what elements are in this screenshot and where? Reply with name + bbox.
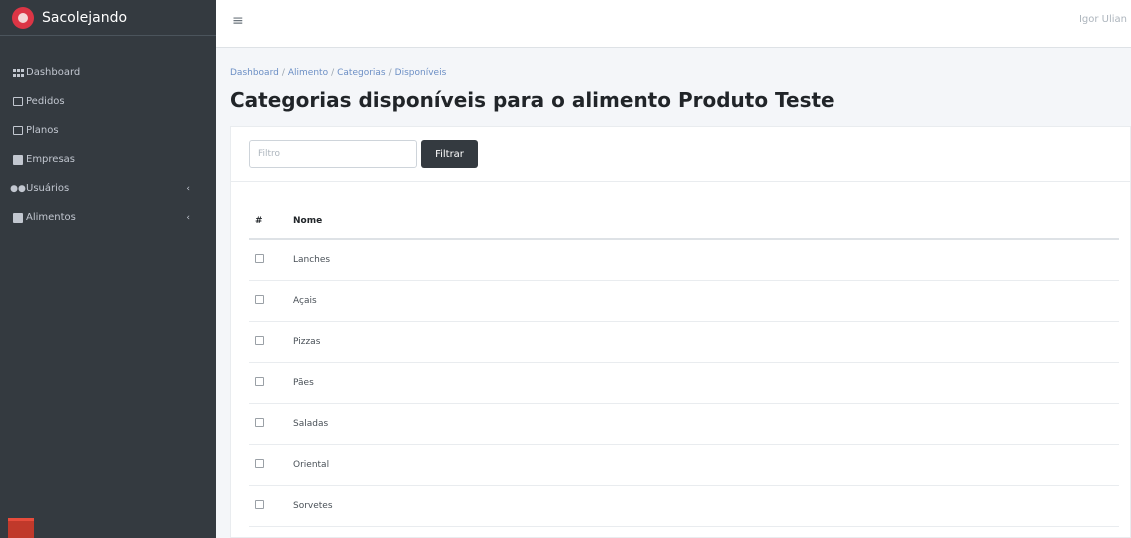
sidebar-item-label: Alimentos bbox=[26, 212, 76, 223]
topbar: ≡ Igor Ulian bbox=[216, 0, 1131, 48]
table-header-row: # Nome bbox=[249, 203, 1119, 240]
row-checkbox[interactable] bbox=[255, 376, 264, 386]
page-title: Categorias disponíveis para o alimento P… bbox=[230, 88, 835, 112]
breadcrumb-separator: / bbox=[388, 68, 392, 78]
main-content: Dashboard / Alimento / Categorias / Disponívei… bbox=[216, 48, 1131, 538]
categories-table: # Nome Lanches Açais Pizzas Pães Saladas… bbox=[249, 203, 1119, 527]
row-checkbox[interactable] bbox=[255, 499, 264, 509]
building-icon bbox=[12, 154, 24, 165]
header-name: Nome bbox=[293, 203, 1119, 240]
sidebar: Sacolejando Dashboard Pedidos Planos Emp… bbox=[0, 0, 216, 538]
sidebar-item-usuarios[interactable]: ●● Usuários ‹ bbox=[0, 174, 216, 203]
row-checkbox[interactable] bbox=[255, 458, 264, 468]
header-index: # bbox=[249, 203, 293, 240]
sidebar-item-planos[interactable]: Planos bbox=[0, 116, 216, 145]
sidebar-item-label: Planos bbox=[26, 125, 59, 136]
brand-name: Sacolejando bbox=[42, 9, 128, 26]
user-name[interactable]: Igor Ulian bbox=[1079, 14, 1127, 25]
brand-logo-icon bbox=[12, 6, 34, 29]
chevron-left-icon: ‹ bbox=[186, 212, 190, 223]
table-row: Açais bbox=[249, 280, 1119, 322]
table-row: Oriental bbox=[249, 444, 1119, 486]
sidebar-item-empresas[interactable]: Empresas bbox=[0, 145, 216, 174]
table-row: Lanches bbox=[249, 239, 1119, 281]
sidebar-item-pedidos[interactable]: Pedidos bbox=[0, 87, 216, 116]
breadcrumb-alimento[interactable]: Alimento bbox=[288, 68, 328, 78]
food-icon bbox=[12, 212, 24, 223]
box-icon bbox=[12, 126, 24, 136]
hamburger-icon[interactable]: ≡ bbox=[232, 13, 244, 29]
breadcrumb-separator: / bbox=[331, 68, 335, 78]
row-checkbox[interactable] bbox=[255, 294, 264, 304]
sidebar-nav: Dashboard Pedidos Planos Empresas ●● Usu… bbox=[0, 36, 216, 232]
breadcrumb-disponiveis[interactable]: Disponíveis bbox=[395, 68, 447, 78]
sidebar-item-label: Usuários bbox=[26, 183, 70, 194]
row-name: Sorvetes bbox=[293, 485, 1119, 527]
row-checkbox[interactable] bbox=[255, 417, 264, 427]
sidebar-footer-badge bbox=[8, 518, 34, 538]
breadcrumb-dashboard[interactable]: Dashboard bbox=[230, 68, 279, 78]
categories-card: Filtrar # Nome Lanches Açais bbox=[230, 126, 1131, 538]
breadcrumb: Dashboard / Alimento / Categorias / Disponívei… bbox=[230, 68, 446, 78]
table-row: Pizzas bbox=[249, 321, 1119, 363]
row-name: Pizzas bbox=[293, 321, 1119, 363]
filter-button[interactable]: Filtrar bbox=[421, 140, 478, 168]
row-name: Saladas bbox=[293, 403, 1119, 445]
filter-input[interactable] bbox=[249, 140, 417, 168]
breadcrumb-categorias[interactable]: Categorias bbox=[337, 68, 386, 78]
breadcrumb-separator: / bbox=[281, 68, 285, 78]
row-name: Pães bbox=[293, 362, 1119, 404]
users-icon: ●● bbox=[10, 183, 26, 194]
brand[interactable]: Sacolejando bbox=[0, 0, 216, 36]
chevron-left-icon: ‹ bbox=[186, 183, 190, 194]
sidebar-item-label: Dashboard bbox=[26, 67, 81, 78]
sidebar-item-label: Pedidos bbox=[26, 96, 65, 107]
page-title-prefix: Categorias disponíveis para o alimento bbox=[230, 88, 678, 112]
sidebar-item-dashboard[interactable]: Dashboard bbox=[0, 58, 216, 87]
table-row: Sorvetes bbox=[249, 485, 1119, 527]
box-icon bbox=[12, 97, 24, 107]
sidebar-item-alimentos[interactable]: Alimentos ‹ bbox=[0, 203, 216, 232]
row-name: Oriental bbox=[293, 444, 1119, 486]
filter-row: Filtrar bbox=[231, 127, 1130, 182]
row-name: Lanches bbox=[293, 239, 1119, 281]
page-title-product: Produto Teste bbox=[677, 88, 835, 112]
sidebar-item-label: Empresas bbox=[26, 154, 75, 165]
table-row: Saladas bbox=[249, 403, 1119, 445]
row-checkbox[interactable] bbox=[255, 335, 264, 345]
row-name: Açais bbox=[293, 280, 1119, 322]
grid-icon bbox=[12, 68, 24, 78]
table-row: Pães bbox=[249, 362, 1119, 404]
row-checkbox[interactable] bbox=[255, 253, 264, 263]
